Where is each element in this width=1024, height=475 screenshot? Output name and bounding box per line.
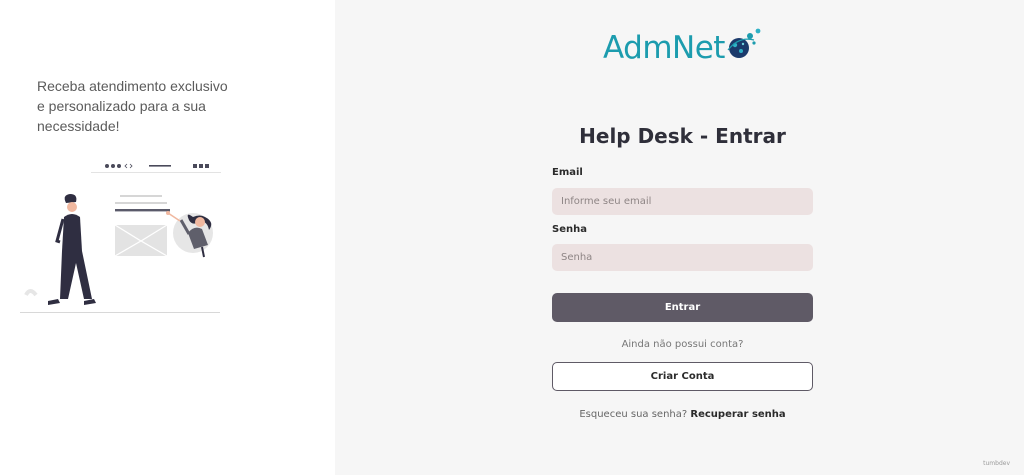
right-panel (335, 0, 1024, 475)
admnet-logo: AdmNet (603, 26, 768, 70)
login-button[interactable]: Entrar (552, 293, 813, 322)
image-placeholder-icon (114, 224, 168, 257)
no-account-text: Ainda não possui conta? (621, 339, 744, 350)
browser-toolbar-icon (91, 163, 221, 173)
email-label: Email (552, 167, 583, 178)
email-field[interactable] (552, 188, 813, 215)
password-label: Senha (552, 224, 587, 235)
globe-logo-icon (727, 28, 761, 58)
corner-mark: tumbdev (983, 460, 1010, 467)
recover-password-link[interactable]: Recuperar senha (690, 409, 785, 420)
left-panel: Receba atendimento exclusivo e personali… (0, 0, 335, 475)
page-title: Help Desk - Entrar (579, 124, 786, 148)
logo-text: AdmNet (603, 30, 725, 66)
forgot-password-text: Esqueceu sua senha? (579, 409, 691, 420)
person-standing-icon (48, 194, 96, 305)
forgot-password-row: Esqueceu sua senha? Recuperar senha (552, 409, 813, 420)
create-account-button[interactable]: Criar Conta (552, 362, 813, 391)
support-illustration (20, 163, 221, 313)
tagline: Receba atendimento exclusivo e personali… (37, 78, 228, 134)
password-field[interactable] (552, 244, 813, 271)
